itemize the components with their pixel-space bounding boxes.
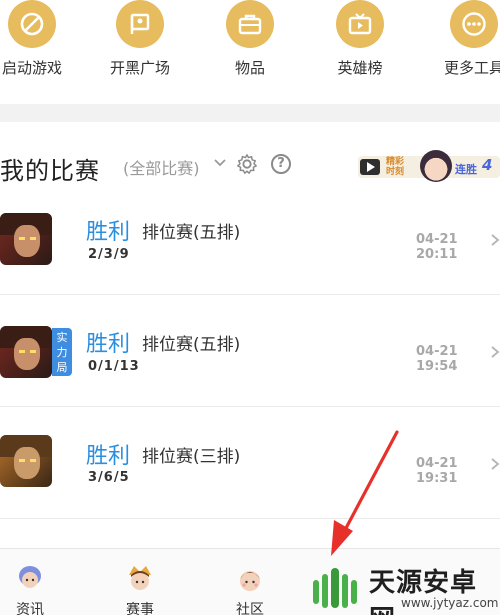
events-character-icon xyxy=(129,566,151,590)
more-dots-icon xyxy=(450,0,498,48)
nav-item-news[interactable]: 资讯 xyxy=(0,561,60,615)
hero-avatar xyxy=(0,326,52,378)
match-row[interactable]: 实力局 胜利 排位赛(五排) 0/1/13 04-21 19:54 xyxy=(0,306,500,416)
match-time: 04-21 19:54 xyxy=(416,344,458,374)
match-filter[interactable]: (全部比赛) xyxy=(123,155,200,179)
shortcut-label: 物品 xyxy=(234,59,265,77)
watermark: 天源安卓网 www.jytyaz.com xyxy=(305,558,500,615)
shortcut-launch-game[interactable]: 启动游戏 xyxy=(0,0,82,96)
match-kda: 3/6/5 xyxy=(88,470,130,485)
match-time: 04-21 20:11 xyxy=(416,232,458,262)
row-divider xyxy=(0,406,500,407)
chevron-right-icon xyxy=(491,458,500,470)
shortcut-label: 更多工具 xyxy=(443,59,500,77)
slashed-circle-icon xyxy=(8,0,56,48)
play-icon xyxy=(360,159,380,175)
match-mode: 排位赛(五排) xyxy=(142,223,241,243)
hero-avatar xyxy=(0,435,52,487)
briefcase-icon xyxy=(226,0,274,48)
android-logo-icon xyxy=(313,568,357,608)
banner-text-line2: 时刻 xyxy=(386,167,405,177)
row-divider xyxy=(0,518,500,519)
watermark-url: www.jytyaz.com xyxy=(401,596,499,610)
nav-label: 社区 xyxy=(236,602,264,615)
banner-text: 精彩 时刻 xyxy=(386,157,404,177)
match-result: 胜利 xyxy=(86,332,131,357)
chevron-right-icon xyxy=(491,346,500,358)
match-row[interactable]: 胜利 排位赛(五排) 2/3/9 04-21 20:11 xyxy=(0,196,500,306)
nav-item-community[interactable]: 社区 xyxy=(220,561,280,615)
banner-text-line1: 精彩 xyxy=(386,157,405,167)
streak-count: 4 xyxy=(482,156,493,174)
match-row[interactable]: 胜利 排位赛(三排) 3/6/5 04-21 19:31 xyxy=(0,418,500,528)
hero-avatar xyxy=(0,213,52,265)
match-mode: 排位赛(五排) xyxy=(142,335,241,355)
highlight-moments-banner[interactable]: 精彩 时刻 连胜 4 xyxy=(358,150,500,182)
nav-label: 资讯 xyxy=(16,602,44,615)
match-result: 胜利 xyxy=(86,220,131,245)
match-kda: 2/3/9 xyxy=(88,247,130,262)
flag-icon xyxy=(116,0,164,48)
shortcut-more-tools[interactable]: 更多工具 xyxy=(424,0,500,96)
shortcut-label: 启动游戏 xyxy=(1,59,62,77)
section-divider xyxy=(0,104,500,122)
nav-label: 赛事 xyxy=(126,602,154,615)
match-time: 04-21 19:31 xyxy=(416,456,458,486)
strength-match-badge: 实力局 xyxy=(52,328,72,376)
match-kda: 0/1/13 xyxy=(88,359,140,374)
community-character-icon xyxy=(240,571,260,591)
shortcut-team-square[interactable]: 开黑广场 xyxy=(90,0,190,96)
match-result: 胜利 xyxy=(86,444,131,469)
row-divider xyxy=(0,294,500,295)
nav-item-events[interactable]: 赛事 xyxy=(110,561,170,615)
tv-icon xyxy=(336,0,384,48)
chevron-right-icon xyxy=(491,234,500,246)
character-avatar xyxy=(420,150,452,182)
news-character-icon xyxy=(19,566,41,588)
section-title: 我的比赛 xyxy=(0,157,100,185)
shortcut-items[interactable]: 物品 xyxy=(200,0,300,96)
match-mode: 排位赛(三排) xyxy=(142,447,241,467)
streak-label: 连胜 xyxy=(455,163,477,176)
gear-icon[interactable] xyxy=(236,153,258,175)
shortcut-hero-ranking[interactable]: 英雄榜 xyxy=(310,0,410,96)
shortcut-label: 英雄榜 xyxy=(337,59,383,77)
shortcut-bar: 启动游戏 开黑广场 物品 英雄榜 更多工具 xyxy=(0,0,500,96)
help-icon[interactable]: ? xyxy=(271,154,291,174)
shortcut-label: 开黑广场 xyxy=(109,59,170,77)
chevron-down-icon[interactable] xyxy=(213,156,227,170)
